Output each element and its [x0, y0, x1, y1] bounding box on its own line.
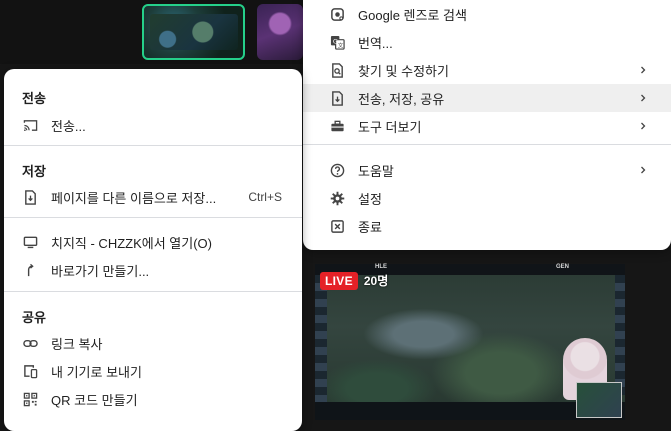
menu-item-label: 링크 복사 — [51, 336, 103, 352]
help-icon — [329, 162, 345, 178]
menu-item-settings[interactable]: 설정 — [303, 184, 671, 212]
lens-icon — [329, 6, 345, 22]
menu-item-cast-save-share[interactable]: 전송, 저장, 공유 — [303, 84, 671, 112]
menu-item-create-shortcut[interactable]: 바로가기 만들기... — [4, 256, 302, 284]
menu-item-more-tools[interactable]: 도구 더보기 — [303, 112, 671, 140]
menu-item-create-qr[interactable]: QR 코드 만들기 — [4, 385, 302, 413]
menu-item-label: Google 렌즈로 검색 — [358, 7, 467, 23]
menu-separator — [4, 291, 302, 292]
menu-item-find-edit[interactable]: 찾기 및 수정하기 — [303, 56, 671, 84]
menu-item-help[interactable]: 도움말 — [303, 156, 671, 184]
menu-item-send-to-device[interactable]: 내 기기로 보내기 — [4, 357, 302, 385]
send-device-icon — [22, 363, 38, 379]
menu-item-label: 치지직 - CHZZK에서 열기(O) — [51, 235, 212, 251]
stream-thumbnail[interactable] — [257, 4, 303, 60]
menu-item-label: 페이지를 다른 이름으로 저장... — [51, 190, 217, 206]
translate-icon: G文 — [329, 34, 345, 50]
stream-thumbnail-selected[interactable] — [142, 4, 245, 60]
menu-item-cast[interactable]: 전송... — [4, 111, 302, 139]
live-badge: LIVE 20명 — [320, 271, 388, 290]
menu-item-exit[interactable]: 종료 — [303, 212, 671, 240]
menu-item-open-in-app[interactable]: 치지직 - CHZZK에서 열기(O) — [4, 228, 302, 256]
chevron-right-icon — [641, 122, 646, 130]
menu-item-label: 번역... — [358, 35, 393, 51]
team-left-label: HLE — [375, 264, 387, 270]
browser-menu: Google 렌즈로 검색 G文 번역... 찾기 및 수정하기 전송, 저장,… — [303, 0, 671, 250]
save-page-icon — [22, 189, 38, 205]
menu-item-google-lens[interactable]: Google 렌즈로 검색 — [303, 0, 671, 28]
section-title-share: 공유 — [22, 310, 46, 325]
svg-text:文: 文 — [337, 41, 343, 49]
shortcut-icon — [22, 262, 38, 278]
menu-item-label: 도움말 — [358, 163, 394, 179]
gear-icon — [329, 190, 345, 206]
chevron-right-icon — [641, 166, 646, 174]
toolbox-icon — [329, 118, 345, 134]
keyboard-shortcut: Ctrl+S — [248, 190, 282, 204]
chevron-right-icon — [641, 66, 646, 74]
chevron-right-icon — [641, 94, 646, 102]
cast-icon — [22, 117, 38, 133]
menu-separator — [303, 144, 671, 145]
menu-item-save-page-as[interactable]: 페이지를 다른 이름으로 저장... Ctrl+S — [4, 183, 302, 211]
menu-item-label: 전송... — [51, 118, 86, 134]
menu-separator — [4, 217, 302, 218]
qr-code-icon — [22, 391, 38, 407]
menu-item-label: 전송, 저장, 공유 — [358, 91, 445, 107]
menu-item-label: 설정 — [358, 191, 382, 207]
menu-item-copy-link[interactable]: 링크 복사 — [4, 329, 302, 357]
section-title-cast: 전송 — [22, 91, 46, 106]
exit-icon — [329, 218, 345, 234]
cast-save-share-icon — [329, 90, 345, 106]
menu-item-label: 종료 — [358, 219, 382, 235]
team-right-label: GEN — [556, 264, 570, 270]
find-icon — [329, 62, 345, 78]
viewer-count: 20명 — [363, 274, 389, 288]
menu-item-label: 바로가기 만들기... — [51, 263, 150, 279]
menu-item-translate[interactable]: G文 번역... — [303, 28, 671, 56]
live-label: LIVE — [320, 271, 358, 290]
menu-item-label: 도구 더보기 — [358, 119, 422, 135]
link-icon — [22, 335, 38, 351]
minimap — [576, 382, 622, 418]
cast-save-share-submenu: 전송 전송... 저장 페이지를 다른 이름으로 저장... Ctrl+S 치지… — [4, 69, 302, 431]
menu-separator — [4, 145, 302, 146]
section-title-save: 저장 — [22, 164, 46, 179]
menu-item-label: 찾기 및 수정하기 — [358, 63, 449, 79]
menu-item-label: 내 기기로 보내기 — [51, 364, 142, 380]
monitor-icon — [22, 234, 38, 250]
menu-item-label: QR 코드 만들기 — [51, 392, 138, 408]
